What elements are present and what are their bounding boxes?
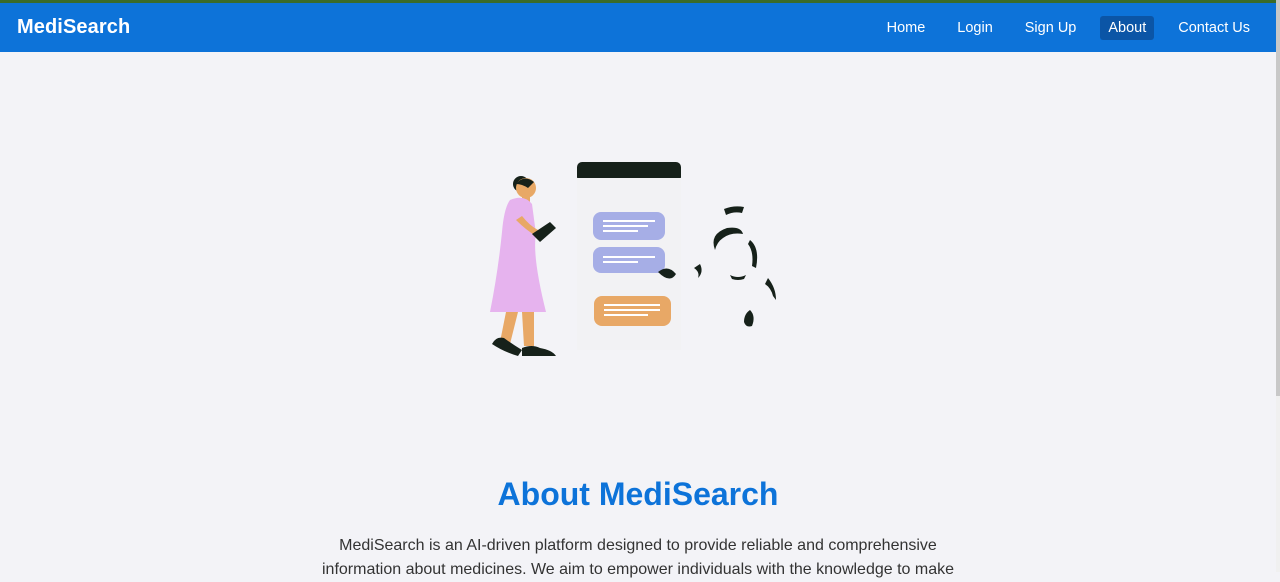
- scrollbar-track[interactable]: [1276, 0, 1280, 572]
- brand-logo[interactable]: MediSearch: [17, 16, 130, 39]
- about-description: MediSearch is an AI-driven platform desi…: [321, 537, 955, 578]
- navbar: MediSearch Home Login Sign Up About Cont…: [0, 3, 1276, 52]
- nav-login[interactable]: Login: [949, 16, 1000, 40]
- chat-assistant-illustration: [490, 162, 776, 356]
- nav-home[interactable]: Home: [879, 16, 934, 40]
- nav-about[interactable]: About: [1100, 15, 1155, 40]
- about-title: About MediSearch: [497, 476, 779, 512]
- nav-signup[interactable]: Sign Up: [1017, 16, 1085, 40]
- nav-contact[interactable]: Contact Us: [1170, 16, 1258, 40]
- scrollbar-thumb[interactable]: [1276, 0, 1280, 396]
- nav-links: Home Login Sign Up About Contact Us: [879, 15, 1258, 40]
